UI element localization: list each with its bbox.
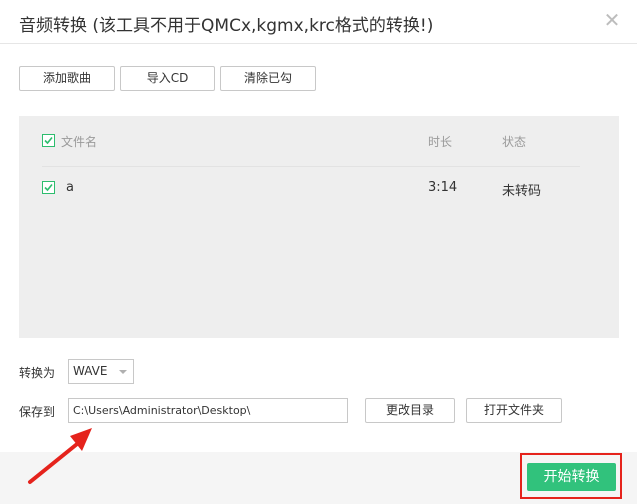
red-arrow-annotation xyxy=(28,428,92,484)
